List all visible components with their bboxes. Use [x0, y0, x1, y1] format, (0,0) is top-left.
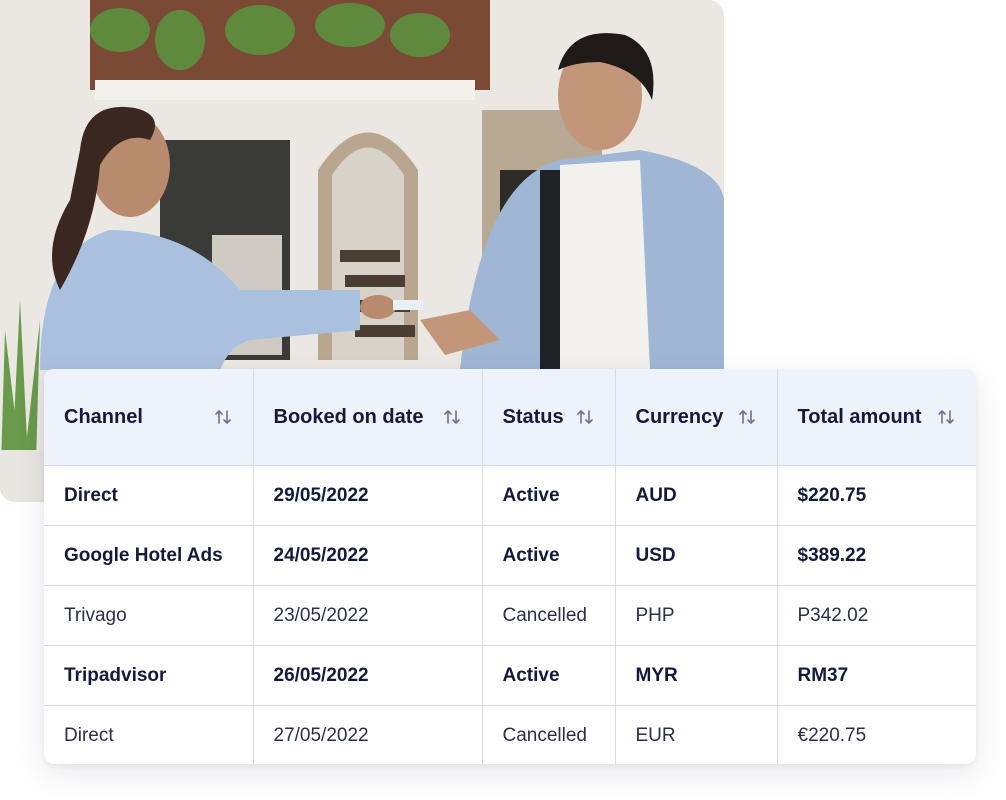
bookings-table-card: Channel Booked on date Status Currency T… [44, 369, 976, 764]
table-row[interactable]: Direct 27/05/2022 Cancelled EUR €220.75 [44, 705, 976, 764]
table-header-row: Channel Booked on date Status Currency T… [44, 369, 976, 466]
cell-status: Active [482, 525, 616, 586]
cell-date: 24/05/2022 [253, 525, 483, 586]
cell-status: Active [482, 465, 616, 526]
bookings-table: Channel Booked on date Status Currency T… [44, 369, 976, 764]
cell-currency: PHP [615, 585, 778, 646]
column-label: Channel [64, 405, 143, 428]
sort-icon[interactable] [213, 407, 233, 427]
column-header-channel[interactable]: Channel [44, 369, 254, 466]
cell-status: Cancelled [482, 585, 616, 646]
cell-amount: RM37 [777, 645, 976, 706]
cell-currency: MYR [615, 645, 778, 706]
column-header-total-amount[interactable]: Total amount [777, 369, 976, 466]
column-label: Total amount [797, 405, 922, 428]
column-label: Currency [635, 405, 724, 428]
cell-channel: Trivago [44, 585, 254, 646]
cell-date: 23/05/2022 [253, 585, 483, 646]
column-label: Status [502, 405, 564, 428]
cell-amount: P342.02 [777, 585, 976, 646]
cell-channel: Google Hotel Ads [44, 525, 254, 586]
column-header-currency[interactable]: Currency [615, 369, 778, 466]
column-header-status[interactable]: Status [482, 369, 616, 466]
cell-channel: Direct [44, 465, 254, 526]
table-row[interactable]: Tripadvisor 26/05/2022 Active MYR RM37 [44, 645, 976, 706]
table-row[interactable]: Google Hotel Ads 24/05/2022 Active USD $… [44, 525, 976, 586]
table-row[interactable]: Direct 29/05/2022 Active AUD $220.75 [44, 465, 976, 526]
cell-currency: EUR [615, 705, 778, 764]
column-header-booked-on-date[interactable]: Booked on date [253, 369, 483, 466]
cell-status: Active [482, 645, 616, 706]
sort-icon[interactable] [575, 407, 595, 427]
sort-icon[interactable] [442, 407, 462, 427]
cell-amount: $220.75 [777, 465, 976, 526]
table-row[interactable]: Trivago 23/05/2022 Cancelled PHP P342.02 [44, 585, 976, 646]
cell-status: Cancelled [482, 705, 616, 764]
cell-currency: AUD [615, 465, 778, 526]
cell-date: 27/05/2022 [253, 705, 483, 764]
sort-icon[interactable] [737, 407, 757, 427]
cell-date: 26/05/2022 [253, 645, 483, 706]
cell-currency: USD [615, 525, 778, 586]
sort-icon[interactable] [936, 407, 956, 427]
cell-amount: $389.22 [777, 525, 976, 586]
cell-channel: Tripadvisor [44, 645, 254, 706]
cell-date: 29/05/2022 [253, 465, 483, 526]
cell-channel: Direct [44, 705, 254, 764]
column-label: Booked on date [273, 405, 424, 428]
cell-amount: €220.75 [797, 724, 867, 746]
